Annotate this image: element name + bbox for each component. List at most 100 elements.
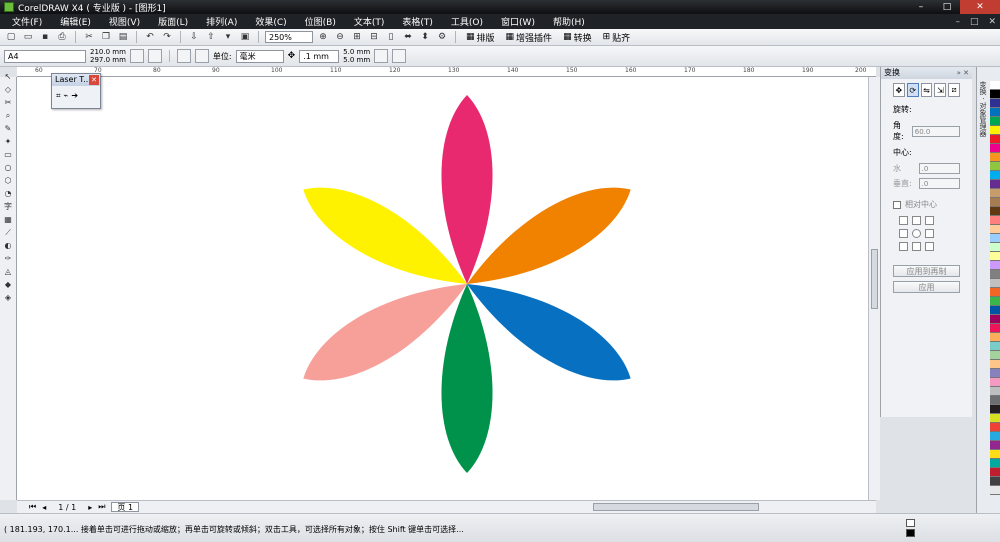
zoom-selected-icon[interactable]: ⊞: [350, 31, 364, 44]
palette-swatch[interactable]: [990, 486, 1000, 495]
palette-swatch[interactable]: [990, 405, 1000, 414]
crop-tool-icon[interactable]: ✂: [0, 96, 16, 109]
anchor-point[interactable]: [912, 216, 921, 225]
menu-window[interactable]: 窗口(W): [493, 15, 545, 28]
minimize-button[interactable]: –: [908, 0, 934, 14]
drawing-canvas[interactable]: [17, 77, 876, 500]
palette-swatch[interactable]: [990, 468, 1000, 477]
maximize-button[interactable]: □: [934, 0, 960, 14]
rotate-tab-icon[interactable]: ⟳: [906, 83, 919, 97]
all-pages-button[interactable]: [176, 49, 191, 63]
palette-swatch[interactable]: [990, 117, 1000, 126]
duplicate-x-field[interactable]: 5.0 mm: [343, 48, 370, 56]
copy-icon[interactable]: ❐: [99, 31, 113, 44]
palette-swatch[interactable]: [990, 450, 1000, 459]
smart-fill-tool-icon[interactable]: ✦: [0, 135, 16, 148]
menu-table[interactable]: 表格(T): [394, 15, 443, 28]
paste-icon[interactable]: ▤: [116, 31, 130, 44]
freehand-tool-icon[interactable]: ✎: [0, 122, 16, 135]
menu-help[interactable]: 帮助(H): [545, 15, 595, 28]
palette-swatch[interactable]: [990, 360, 1000, 369]
position-tab-icon[interactable]: ✥: [893, 83, 905, 97]
palette-swatch[interactable]: [990, 387, 1000, 396]
palette-swatch[interactable]: [990, 162, 1000, 171]
print-icon[interactable]: ⎙: [55, 31, 69, 44]
palette-swatch[interactable]: [990, 252, 1000, 261]
palette-swatch[interactable]: [990, 81, 1000, 90]
menu-tools[interactable]: 工具(O): [443, 15, 493, 28]
apply-button[interactable]: 应用: [893, 281, 960, 293]
horizontal-center-input[interactable]: .0: [918, 163, 960, 174]
vertical-scroll-thumb[interactable]: [871, 249, 878, 309]
palette-swatch[interactable]: [990, 225, 1000, 234]
table-tool-icon[interactable]: ▦: [0, 213, 16, 226]
interactive-fill-tool-icon[interactable]: ◈: [0, 291, 16, 304]
palette-swatch[interactable]: [990, 99, 1000, 108]
zoom-all-icon[interactable]: ⊟: [367, 31, 381, 44]
anchor-point[interactable]: [925, 216, 934, 225]
eyedropper-tool-icon[interactable]: ✑: [0, 252, 16, 265]
nudge-distance-field[interactable]: .1 mm: [299, 49, 340, 63]
palette-swatch[interactable]: [990, 288, 1000, 297]
parallel-dimension-tool-icon[interactable]: ⟋: [0, 226, 16, 239]
drawing-units-button[interactable]: [374, 49, 389, 63]
palette-swatch[interactable]: [990, 441, 1000, 450]
page-size-select[interactable]: A4: [4, 49, 86, 63]
fill-tool-icon[interactable]: ◆: [0, 278, 16, 291]
menu-view[interactable]: 视图(V): [101, 15, 150, 28]
convert-button[interactable]: ▦ 转换: [559, 31, 596, 44]
doc-close-button[interactable]: ✕: [988, 17, 996, 27]
six-petal-flower[interactable]: [17, 77, 876, 500]
open-folder-icon[interactable]: ▭: [21, 31, 35, 44]
vertical-center-input[interactable]: .0: [918, 178, 960, 189]
next-page-icon[interactable]: ▸: [88, 503, 92, 512]
palette-swatch[interactable]: [990, 108, 1000, 117]
interactive-blend-tool-icon[interactable]: ◐: [0, 239, 16, 252]
palette-swatch[interactable]: [990, 270, 1000, 279]
rectangle-tool-icon[interactable]: ▭: [0, 148, 16, 161]
landscape-orientation-button[interactable]: [147, 49, 162, 63]
close-button[interactable]: ✕: [960, 0, 1000, 14]
anchor-point[interactable]: [925, 242, 934, 251]
palette-swatch[interactable]: [990, 261, 1000, 270]
outline-tool-icon[interactable]: ◬: [0, 265, 16, 278]
anchor-point[interactable]: [899, 229, 908, 238]
palette-swatch[interactable]: [990, 432, 1000, 441]
zoom-in-icon[interactable]: ⊕: [316, 31, 330, 44]
page-width-field[interactable]: 210.0 mm: [90, 48, 126, 56]
redo-icon[interactable]: ↷: [160, 31, 174, 44]
palette-swatch[interactable]: [990, 171, 1000, 180]
prev-page-icon[interactable]: ◂: [42, 503, 46, 512]
palette-swatch[interactable]: [990, 189, 1000, 198]
palette-swatch[interactable]: [990, 477, 1000, 486]
ellipse-tool-icon[interactable]: ○: [0, 161, 16, 174]
palette-swatch[interactable]: [990, 216, 1000, 225]
palette-swatch[interactable]: [990, 459, 1000, 468]
angle-input[interactable]: 60.0: [911, 125, 960, 137]
page-tab[interactable]: 页 1: [111, 502, 140, 512]
doc-minimize-button[interactable]: –: [955, 17, 960, 27]
new-document-icon[interactable]: ▢: [4, 31, 18, 44]
layout-button[interactable]: ▦ 排版: [462, 31, 499, 44]
welcome-screen-icon[interactable]: ▣: [238, 31, 252, 44]
palette-swatch[interactable]: [990, 396, 1000, 405]
menu-file[interactable]: 文件(F): [4, 15, 52, 28]
save-icon[interactable]: ▪: [38, 31, 52, 44]
zoom-out-icon[interactable]: ⊖: [333, 31, 347, 44]
enhance-plugin-button[interactable]: ▦ 增强插件: [502, 31, 557, 44]
doc-restore-button[interactable]: □: [970, 17, 979, 27]
export-icon[interactable]: ⇧: [204, 31, 218, 44]
first-page-icon[interactable]: ⏮: [29, 502, 36, 512]
app-launcher-icon[interactable]: ▾: [221, 31, 235, 44]
undo-icon[interactable]: ↶: [143, 31, 157, 44]
options-icon[interactable]: ⚙: [435, 31, 449, 44]
anchor-point[interactable]: [912, 242, 921, 251]
palette-swatch[interactable]: [990, 198, 1000, 207]
laser-panel-close-icon[interactable]: ✕: [89, 75, 99, 85]
anchor-point[interactable]: [899, 242, 908, 251]
zoom-level-select[interactable]: 250%: [265, 31, 313, 43]
menu-bitmaps[interactable]: 位图(B): [297, 15, 346, 28]
laser-cut-icon[interactable]: ⌁: [64, 91, 69, 101]
page-height-field[interactable]: 297.0 mm: [90, 56, 126, 64]
fill-indicator[interactable]: [906, 519, 915, 527]
